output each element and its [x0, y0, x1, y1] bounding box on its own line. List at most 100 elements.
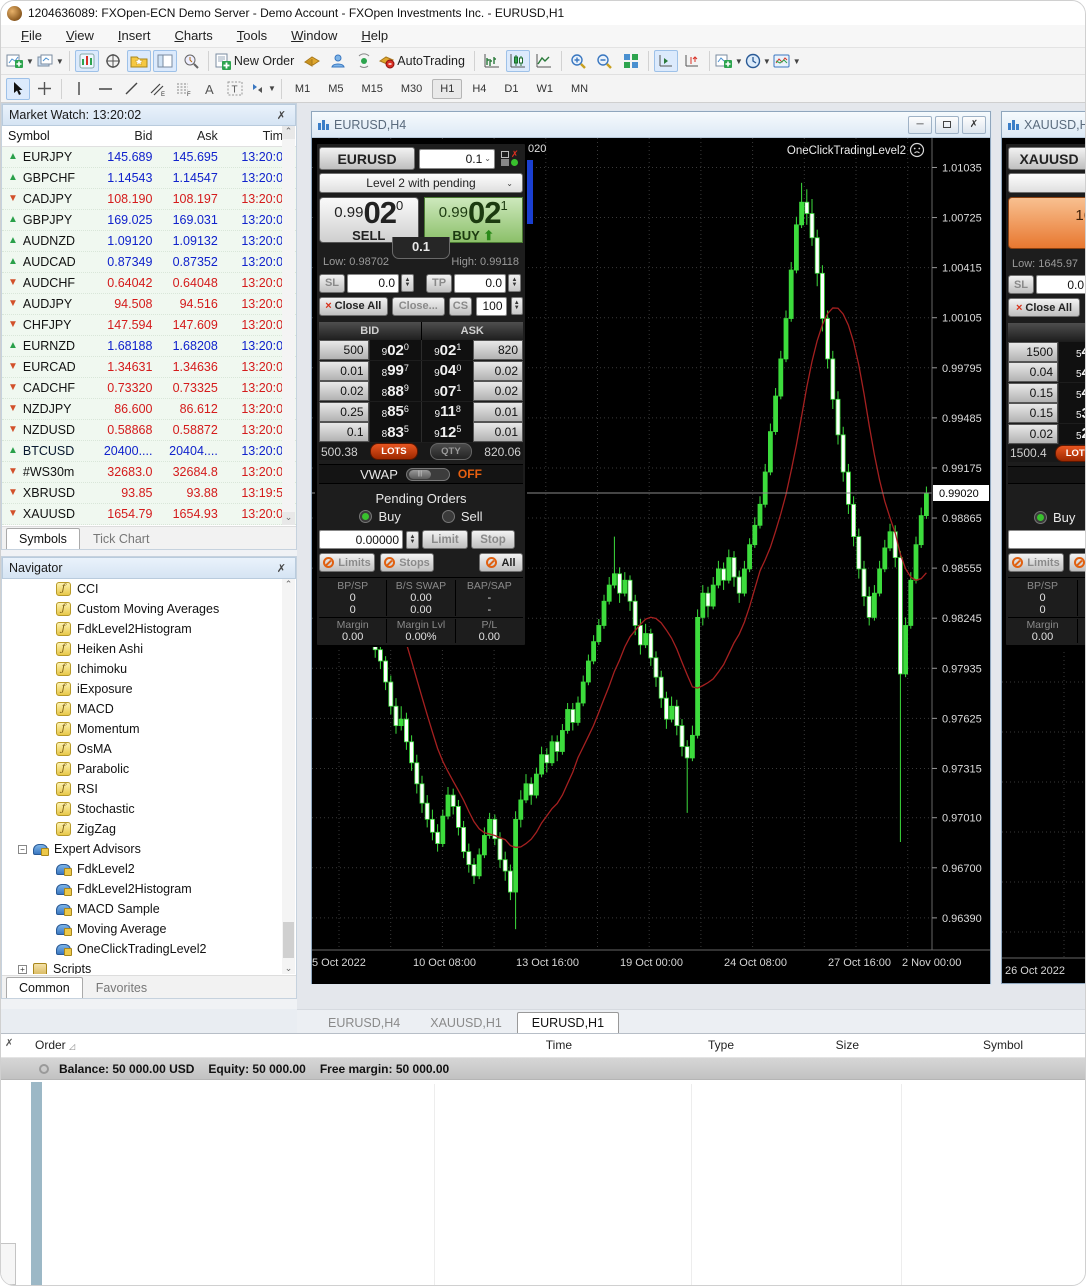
close-all-button[interactable]: ×Close All — [319, 297, 388, 316]
candlestick-chart[interactable]: 26 Oct 2022 — [1002, 652, 1086, 984]
dock-icon[interactable] — [501, 159, 509, 166]
timeframe-w1[interactable]: W1 — [528, 79, 561, 99]
vwap-toggle[interactable]: ||| — [406, 468, 450, 481]
menu-window[interactable]: Window — [279, 26, 349, 46]
expand-icon[interactable]: + — [18, 965, 27, 974]
navigator-item-cci[interactable]: ƒCCI — [2, 579, 282, 599]
navigator-item-expert-advisors[interactable]: −Expert Advisors — [2, 839, 282, 859]
market-watch-scrollbar[interactable]: ⌃ ⌄ — [282, 126, 295, 525]
chart-tab-xauusd-h1[interactable]: XAUUSD,H1 — [415, 1012, 517, 1033]
timeframe-m1[interactable]: M1 — [287, 79, 318, 99]
restore-button[interactable] — [935, 116, 959, 134]
close-icon[interactable]: ✗ — [5, 1038, 13, 1049]
market-watch-column-header[interactable]: SymbolBidAskTime — [2, 126, 296, 147]
market-watch-row-GBPCHF[interactable]: ▲GBPCHF1.145431.1454713:20:01 — [2, 168, 296, 189]
market-watch-row-AUDCAD[interactable]: ▲AUDCAD0.873490.8735213:20:01 — [2, 252, 296, 273]
lots-toggle-button[interactable]: LOTS — [370, 443, 417, 460]
zoom-out-button[interactable] — [593, 50, 617, 72]
tile-windows-button[interactable] — [619, 50, 643, 72]
sell-button[interactable]: 1654.7 ⬇ SELL — [1008, 197, 1086, 249]
channel-tool-button[interactable]: E — [145, 78, 169, 100]
text-tool-button[interactable]: A — [197, 78, 221, 100]
sl-button[interactable]: SL — [1008, 275, 1034, 294]
navigator-item-custom-moving-averages[interactable]: ƒCustom Moving Averages — [2, 599, 282, 619]
ladder-row[interactable]: 50090209021820 — [319, 340, 523, 360]
cursor-tool-button[interactable] — [6, 78, 30, 100]
menu-file[interactable]: File — [9, 26, 54, 46]
symbol-button[interactable]: XAUUSD — [1008, 147, 1086, 170]
bar-chart-button[interactable] — [480, 50, 504, 72]
market-watch-row-CHFJPY[interactable]: ▼CHFJPY147.594147.60913:20:01 — [2, 315, 296, 336]
ladder-row[interactable]: 0.1553. — [1008, 403, 1086, 423]
add-indicator-button[interactable]: ▼ — [715, 50, 743, 72]
arrows-tool-button[interactable]: ▼ — [249, 78, 276, 100]
balance-row[interactable]: Balance: 50 000.00 USD Equity: 50 000.00… — [1, 1058, 1085, 1080]
tp-input[interactable]: 0.0 — [454, 274, 506, 293]
delete-stops-button[interactable] — [1069, 553, 1086, 572]
sl-input[interactable]: 0.0 — [1036, 275, 1086, 294]
tp-button[interactable]: TP — [426, 274, 452, 293]
news-icon[interactable] — [300, 50, 324, 72]
navigator-item-fdklevel2histogram[interactable]: ƒFdkLevel2Histogram — [2, 619, 282, 639]
delete-limits-button[interactable]: Limits — [319, 553, 375, 572]
lots-toggle-button[interactable]: LOT — [1055, 445, 1086, 462]
column-header-bid[interactable]: Bid — [93, 129, 158, 143]
period-button[interactable]: ▼ — [745, 50, 771, 72]
timeframe-h4[interactable]: H4 — [464, 79, 494, 99]
navigator-item-macd-sample[interactable]: MACD Sample — [2, 899, 282, 919]
size-column-header[interactable]: Size — [836, 1038, 859, 1052]
pending-price-input[interactable]: 0.00 — [1008, 530, 1086, 549]
navigator-item-macd[interactable]: ƒMACD — [2, 699, 282, 719]
timeframe-mn[interactable]: MN — [563, 79, 596, 99]
navigator-item-moving-average[interactable]: Moving Average — [2, 919, 282, 939]
crosshair-tool-button[interactable] — [32, 78, 56, 100]
navigator-item-ichimoku[interactable]: ƒIchimoku — [2, 659, 282, 679]
pending-buy-radio[interactable] — [359, 510, 372, 523]
delete-stops-button[interactable]: Stops — [380, 553, 434, 572]
timeframe-d1[interactable]: D1 — [496, 79, 526, 99]
close-button[interactable]: ✗ — [962, 116, 986, 134]
market-watch-header[interactable]: Market Watch: 13:20:02 ✗ — [2, 104, 296, 126]
hline-tool-button[interactable] — [93, 78, 117, 100]
signals-icon[interactable] — [352, 50, 376, 72]
chart-window-titlebar[interactable]: EURUSD,H4 ─ ✗ — [312, 112, 990, 138]
market-watch-row-AUDJPY[interactable]: ▼AUDJPY94.50894.51613:20:01 — [2, 294, 296, 315]
stop-button[interactable]: Stop — [471, 530, 515, 549]
ladder-row[interactable]: 0.0454. — [1008, 362, 1086, 382]
market-watch-row-NZDJPY[interactable]: ▼NZDJPY86.60086.61213:20:01 — [2, 399, 296, 420]
label-tool-button[interactable]: T — [223, 78, 247, 100]
navigator-button[interactable] — [127, 50, 151, 72]
strategy-tester-button[interactable] — [179, 50, 203, 72]
line-chart-button[interactable] — [532, 50, 556, 72]
tab-tick-chart[interactable]: Tick Chart — [80, 528, 163, 549]
ladder-row[interactable]: 0.1883591250.01 — [319, 422, 523, 442]
ladder-row[interactable]: 0.25885691180.01 — [319, 402, 523, 422]
minimize-button[interactable]: ─ — [908, 116, 932, 134]
symbol-column-header[interactable]: Symbol — [983, 1038, 1023, 1052]
vline-tool-button[interactable] — [67, 78, 91, 100]
autotrading-button[interactable]: AutoTrading — [378, 50, 469, 72]
navigator-item-oneclicktradinglevel2[interactable]: OneClickTradingLevel2 — [2, 939, 282, 959]
ladder-row[interactable]: 0.01899790400.02 — [319, 361, 523, 381]
navigator-item-scripts[interactable]: +Scripts — [2, 959, 282, 974]
pending-price-stepper[interactable]: ▲▼ — [406, 531, 419, 549]
navigator-item-heiken-ashi[interactable]: ƒHeiken Ashi — [2, 639, 282, 659]
market-watch-row-BTCUSD[interactable]: ▲BTCUSD20400....20404....13:20:00 — [2, 441, 296, 462]
market-watch-row-EURNZD[interactable]: ▲EURNZD1.681881.6820813:20:01 — [2, 336, 296, 357]
market-watch-row-NZDUSD[interactable]: ▼NZDUSD0.588680.5887213:20:02 — [2, 420, 296, 441]
trendline-tool-button[interactable] — [119, 78, 143, 100]
navigator-scrollbar[interactable]: ⌃ ⌄ — [282, 579, 295, 974]
terminal-button[interactable] — [153, 50, 177, 72]
timeframe-h1[interactable]: H1 — [432, 79, 462, 99]
ladder-row[interactable]: 0.0252. — [1008, 424, 1086, 444]
close-panel-icon[interactable]: ✗ — [511, 151, 519, 158]
column-header-sym[interactable]: Symbol — [2, 129, 93, 143]
pending-price-input[interactable]: 0.00000 — [319, 530, 403, 549]
market-watch-row-AUDCHF[interactable]: ▼AUDCHF0.640420.6404813:20:01 — [2, 273, 296, 294]
scroll-up-icon[interactable]: ⌃ — [282, 126, 295, 139]
limit-button[interactable]: Limit — [422, 530, 468, 549]
market-watch-row-AUDNZD[interactable]: ▲AUDNZD1.091201.0913213:20:02 — [2, 231, 296, 252]
lot-select[interactable]: 0.1⌄ — [419, 149, 495, 169]
sl-input[interactable]: 0.0 — [347, 274, 399, 293]
mode-select[interactable]: Level 2 with pending⌄ — [319, 173, 523, 193]
